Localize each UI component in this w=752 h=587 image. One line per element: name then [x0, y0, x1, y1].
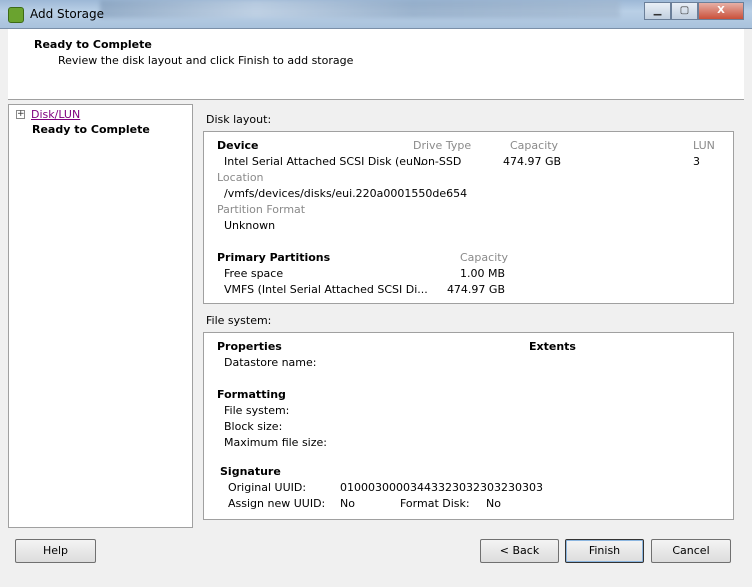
step-disk-lun[interactable]: Disk/LUN — [31, 108, 80, 121]
lun-value: 3 — [693, 155, 700, 168]
disk-layout-label: Disk layout: — [206, 113, 272, 126]
maximize-button[interactable]: ▢ — [671, 2, 698, 20]
file-system-label: File system: — [206, 314, 272, 327]
drive-type-header: Drive Type — [413, 139, 472, 152]
partitions-capacity-header: Capacity — [460, 251, 509, 264]
format-disk-value: No — [486, 497, 501, 510]
device-name: Intel Serial Attached SCSI Disk (eu... — [224, 155, 424, 168]
file-system-type-label: File system: — [224, 404, 290, 417]
properties-header: Properties — [217, 340, 282, 353]
datastore-name-label: Datastore name: — [224, 356, 317, 369]
partition-capacity: 474.97 GB — [446, 283, 505, 296]
drive-type: Non-SSD — [413, 155, 462, 168]
window-title: Add Storage — [30, 7, 104, 21]
original-uuid-value: 01000300003443323032303230303 — [340, 481, 543, 494]
partition-format-label: Partition Format — [217, 203, 306, 216]
close-button[interactable]: X — [698, 2, 744, 20]
original-uuid-label: Original UUID: — [228, 481, 307, 494]
signature-header: Signature — [220, 465, 281, 478]
max-file-size-label: Maximum file size: — [224, 436, 327, 449]
app-icon — [8, 7, 24, 23]
assign-uuid-label: Assign new UUID: — [228, 497, 326, 510]
location-label: Location — [217, 171, 264, 184]
partition-format-value: Unknown — [224, 219, 276, 232]
title-bar — [0, 0, 752, 29]
lun-header: LUN — [693, 139, 715, 152]
minimize-button[interactable]: ▁ — [644, 2, 671, 20]
wizard-steps: + Disk/LUN Ready to Complete — [8, 104, 193, 528]
primary-partitions-header: Primary Partitions — [217, 251, 331, 264]
extents-header: Extents — [529, 340, 576, 353]
device-capacity: 474.97 GB — [503, 155, 562, 168]
cancel-button[interactable]: Cancel — [651, 539, 731, 563]
assign-uuid-value: No — [340, 497, 355, 510]
formatting-header: Formatting — [217, 388, 286, 401]
device-header: Device — [217, 139, 259, 152]
back-button[interactable]: < Back — [480, 539, 559, 563]
partition-name: VMFS (Intel Serial Attached SCSI Di... — [224, 283, 428, 296]
background-tabs — [100, 0, 620, 18]
partition-capacity: 1.00 MB — [459, 267, 505, 280]
help-button[interactable]: Help — [15, 539, 96, 563]
capacity-header: Capacity — [510, 139, 559, 152]
file-system-panel: Properties Extents Datastore name: Forma… — [203, 332, 734, 520]
wizard-header: Ready to Complete Review the disk layout… — [8, 29, 744, 100]
format-disk-label: Format Disk: — [400, 497, 470, 510]
step-ready-to-complete: Ready to Complete — [32, 123, 150, 136]
disk-layout-panel: Device Drive Type Capacity LUN Intel Ser… — [203, 131, 734, 304]
block-size-label: Block size: — [224, 420, 283, 433]
page-title: Ready to Complete — [34, 38, 152, 51]
finish-button[interactable]: Finish — [565, 539, 644, 563]
expand-icon[interactable]: + — [16, 110, 25, 119]
page-subtitle: Review the disk layout and click Finish … — [58, 54, 354, 67]
location-value: /vmfs/devices/disks/eui.220a0001550de654 — [224, 187, 468, 200]
partition-name: Free space — [224, 267, 284, 280]
